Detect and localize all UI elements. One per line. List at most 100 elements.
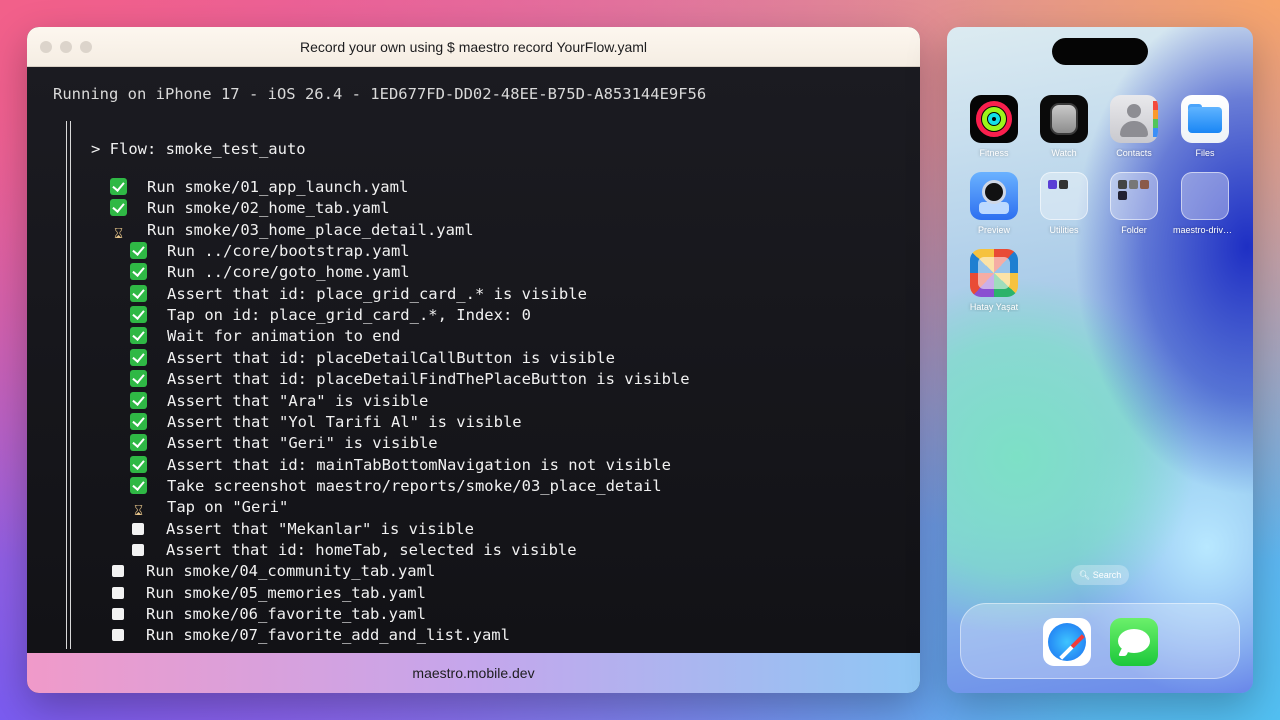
preview-icon (970, 172, 1018, 220)
check-icon (130, 306, 147, 324)
contacts-icon (1110, 95, 1158, 143)
check-icon (130, 391, 147, 409)
command-row: Tap on id: place_grid_card_.*, Index: 0 (130, 305, 531, 326)
command-row: Assert that "Mekanlar" is visible (130, 519, 474, 540)
command-row: Assert that id: homeTab, selected is vis… (130, 540, 577, 561)
app-label: Preview (977, 225, 1010, 235)
flow-title: > Flow: smoke_test_auto (91, 140, 306, 158)
command-row: ⌛︎ Tap on "Geri" (130, 497, 289, 519)
command-text: Run smoke/04_community_tab.yaml (146, 562, 436, 581)
app-label: Watch (1051, 148, 1077, 158)
flow-bracket (66, 121, 71, 649)
app-label: Files (1195, 148, 1215, 158)
terminal-window: Record your own using $ maestro record Y… (27, 27, 920, 693)
command-text: Assert that "Geri" is visible (167, 434, 438, 453)
check-icon (130, 455, 147, 473)
command-text: Tap on id: place_grid_card_.*, Index: 0 (167, 306, 531, 325)
check-icon (130, 284, 147, 302)
pending-square-icon (112, 608, 124, 620)
pending-square-icon (112, 586, 124, 599)
app-watch[interactable]: Watch (1032, 95, 1096, 158)
iphone-simulator: Fitness Watch Contacts Files Preview Uti… (947, 27, 1253, 693)
command-text: Assert that id: place_grid_card_.* is vi… (167, 284, 587, 303)
title-bar[interactable]: Record your own using $ maestro record Y… (27, 27, 920, 67)
command-row: Run ../core/bootstrap.yaml (130, 241, 410, 262)
footer-link[interactable]: maestro.mobile.dev (27, 653, 920, 693)
app-contacts[interactable]: Contacts (1102, 95, 1166, 158)
app-folder[interactable]: Folder (1102, 172, 1166, 235)
watch-icon (1040, 95, 1088, 143)
dock (960, 603, 1240, 679)
terminal-output[interactable]: Running on iPhone 17 - iOS 26.4 - 1ED677… (27, 67, 920, 653)
check-icon (130, 476, 147, 494)
app-label: Contacts (1116, 148, 1152, 158)
command-row: Assert that id: placeDetailFindThePlaceB… (130, 369, 690, 390)
command-text: Wait for animation to end (167, 327, 401, 346)
app-label: maestro-driver-i... (1173, 225, 1237, 235)
check-icon (110, 199, 127, 217)
hourglass-icon: ⌛︎ (114, 225, 123, 242)
command-text: Assert that id: homeTab, selected is vis… (166, 540, 577, 559)
command-row: Run smoke/07_favorite_add_and_list.yaml (110, 625, 510, 646)
command-text: Assert that "Yol Tarifi Al" is visible (167, 412, 522, 431)
command-row: Assert that "Geri" is visible (130, 433, 438, 454)
app-utilities-folder[interactable]: Utilities (1032, 172, 1096, 235)
pending-square-icon (112, 565, 124, 578)
command-text: Assert that "Ara" is visible (167, 391, 429, 410)
command-text: Assert that "Mekanlar" is visible (166, 519, 474, 538)
app-hatay-yasat[interactable]: Hatay Yaşat (962, 249, 1026, 312)
safari-icon[interactable] (1043, 618, 1091, 666)
command-row: Run smoke/01_app_launch.yaml (110, 177, 408, 198)
app-fitness[interactable]: Fitness (962, 95, 1026, 158)
check-icon (130, 242, 147, 260)
check-icon (110, 178, 127, 195)
command-row: ⌛︎ Run smoke/03_home_place_detail.yaml (110, 220, 474, 242)
home-search-button[interactable]: 🔍︎ Search (1071, 565, 1129, 585)
pending-square-icon (132, 522, 144, 535)
command-text: Run smoke/01_app_launch.yaml (147, 178, 409, 196)
app-label: Folder (1121, 225, 1147, 235)
command-row: Wait for animation to end (130, 326, 400, 347)
command-text: Assert that id: placeDetailCallButton is… (167, 348, 615, 367)
check-icon (130, 263, 147, 281)
dynamic-island (1052, 38, 1148, 65)
hatay-app-icon (970, 249, 1018, 297)
app-label: Hatay Yaşat (969, 302, 1019, 312)
command-row: Run smoke/04_community_tab.yaml (110, 561, 435, 582)
command-row: Assert that id: mainTabBottomNavigation … (130, 455, 671, 476)
command-text: Run smoke/02_home_tab.yaml (147, 199, 390, 218)
command-text: Run smoke/05_memories_tab.yaml (146, 583, 426, 602)
command-row: Assert that "Yol Tarifi Al" is visible (130, 412, 522, 433)
command-row: Assert that "Ara" is visible (130, 391, 428, 412)
messages-icon[interactable] (1110, 618, 1158, 666)
app-preview[interactable]: Preview (962, 172, 1026, 235)
folder-icon (1110, 172, 1158, 220)
app-files[interactable]: Files (1173, 95, 1237, 158)
command-text: Tap on "Geri" (167, 498, 289, 517)
command-text: Run smoke/07_favorite_add_and_list.yaml (146, 626, 510, 645)
maestro-driver-icon (1181, 172, 1229, 220)
command-row: Take screenshot maestro/reports/smoke/03… (130, 476, 662, 497)
command-row: Assert that id: placeDetailCallButton is… (130, 348, 615, 369)
command-text: Run smoke/06_favorite_tab.yaml (146, 605, 426, 623)
command-text: Run smoke/03_home_place_detail.yaml (147, 220, 474, 239)
window-title: Record your own using $ maestro record Y… (299, 39, 648, 55)
check-icon (130, 412, 147, 430)
check-icon (130, 348, 147, 366)
fitness-icon (970, 95, 1018, 143)
files-icon (1181, 95, 1229, 143)
app-maestro-driver[interactable]: maestro-driver-i... (1173, 172, 1237, 235)
command-row: Run smoke/02_home_tab.yaml (110, 198, 390, 219)
command-row: Run ../core/goto_home.yaml (130, 262, 410, 283)
app-label: Fitness (979, 148, 1009, 158)
command-row: Assert that id: place_grid_card_.* is vi… (130, 284, 587, 305)
command-text: Run ../core/bootstrap.yaml (167, 242, 410, 261)
command-text: Assert that id: placeDetailFindThePlaceB… (167, 370, 690, 389)
search-label: Search (1092, 570, 1122, 580)
app-label: Utilities (1049, 225, 1079, 235)
command-text: Assert that id: mainTabBottomNavigation … (167, 455, 671, 474)
command-row: Run smoke/05_memories_tab.yaml (110, 583, 426, 604)
pending-square-icon (112, 629, 124, 642)
command-row: Run smoke/06_favorite_tab.yaml (110, 604, 426, 625)
command-text: Run ../core/goto_home.yaml (167, 263, 410, 282)
